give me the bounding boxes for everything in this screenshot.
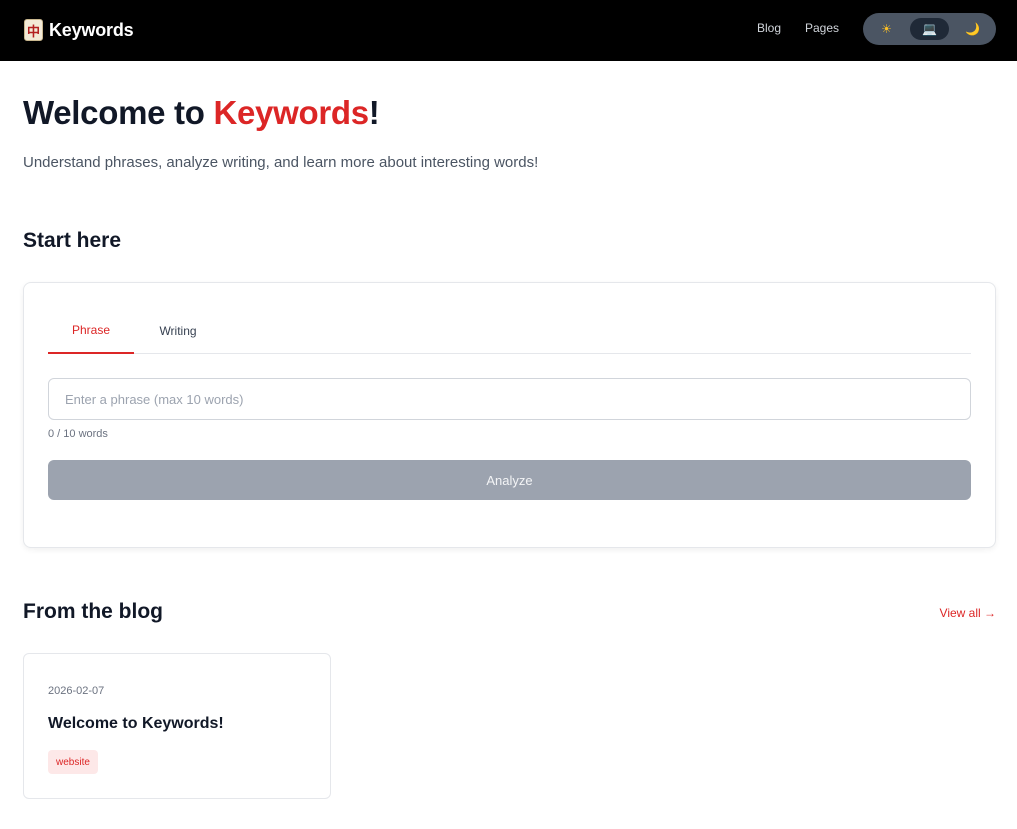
tab-phrase[interactable]: Phrase xyxy=(48,307,134,354)
page-subtitle: Understand phrases, analyze writing, and… xyxy=(23,154,539,171)
post-title[interactable]: Welcome to Keywords! xyxy=(48,715,224,733)
tab-list: Phrase Writing xyxy=(48,307,971,354)
theme-toggle: ☀ 💻 🌙 xyxy=(863,13,996,45)
title-suffix: ! xyxy=(368,94,380,131)
blog-heading: From the blog xyxy=(23,600,163,623)
brand-link[interactable]: 中 Keywords xyxy=(24,17,134,43)
nav-link-pages[interactable]: Pages xyxy=(805,21,839,35)
nav-link-blog[interactable]: Blog xyxy=(757,21,781,35)
moon-icon[interactable]: 🌙 xyxy=(953,18,992,40)
laptop-icon[interactable]: 💻 xyxy=(910,18,949,40)
sun-icon[interactable]: ☀ xyxy=(867,18,906,40)
phrase-input[interactable] xyxy=(48,378,971,420)
blog-post-card[interactable]: 2026-02-07 Welcome to Keywords! website xyxy=(23,653,331,799)
analyze-button[interactable]: Analyze xyxy=(48,460,971,500)
view-all-link[interactable]: View all → xyxy=(940,606,996,620)
word-count: 0 / 10 words xyxy=(48,428,108,440)
mahjong-tile-icon: 中 xyxy=(24,19,43,41)
analyze-card: Phrase Writing 0 / 10 words Analyze xyxy=(23,282,996,548)
post-tag[interactable]: website xyxy=(48,750,98,774)
title-accent: Keywords xyxy=(213,94,369,131)
post-date: 2026-02-07 xyxy=(48,685,105,697)
title-prefix: Welcome to xyxy=(23,94,214,131)
brand-name: Keywords xyxy=(49,19,134,40)
tab-writing[interactable]: Writing xyxy=(134,307,222,354)
start-heading: Start here xyxy=(23,229,122,252)
page-title: Welcome to Keywords! xyxy=(23,94,380,132)
top-navbar: 中 Keywords Blog Pages ☀ 💻 🌙 xyxy=(0,0,1017,61)
